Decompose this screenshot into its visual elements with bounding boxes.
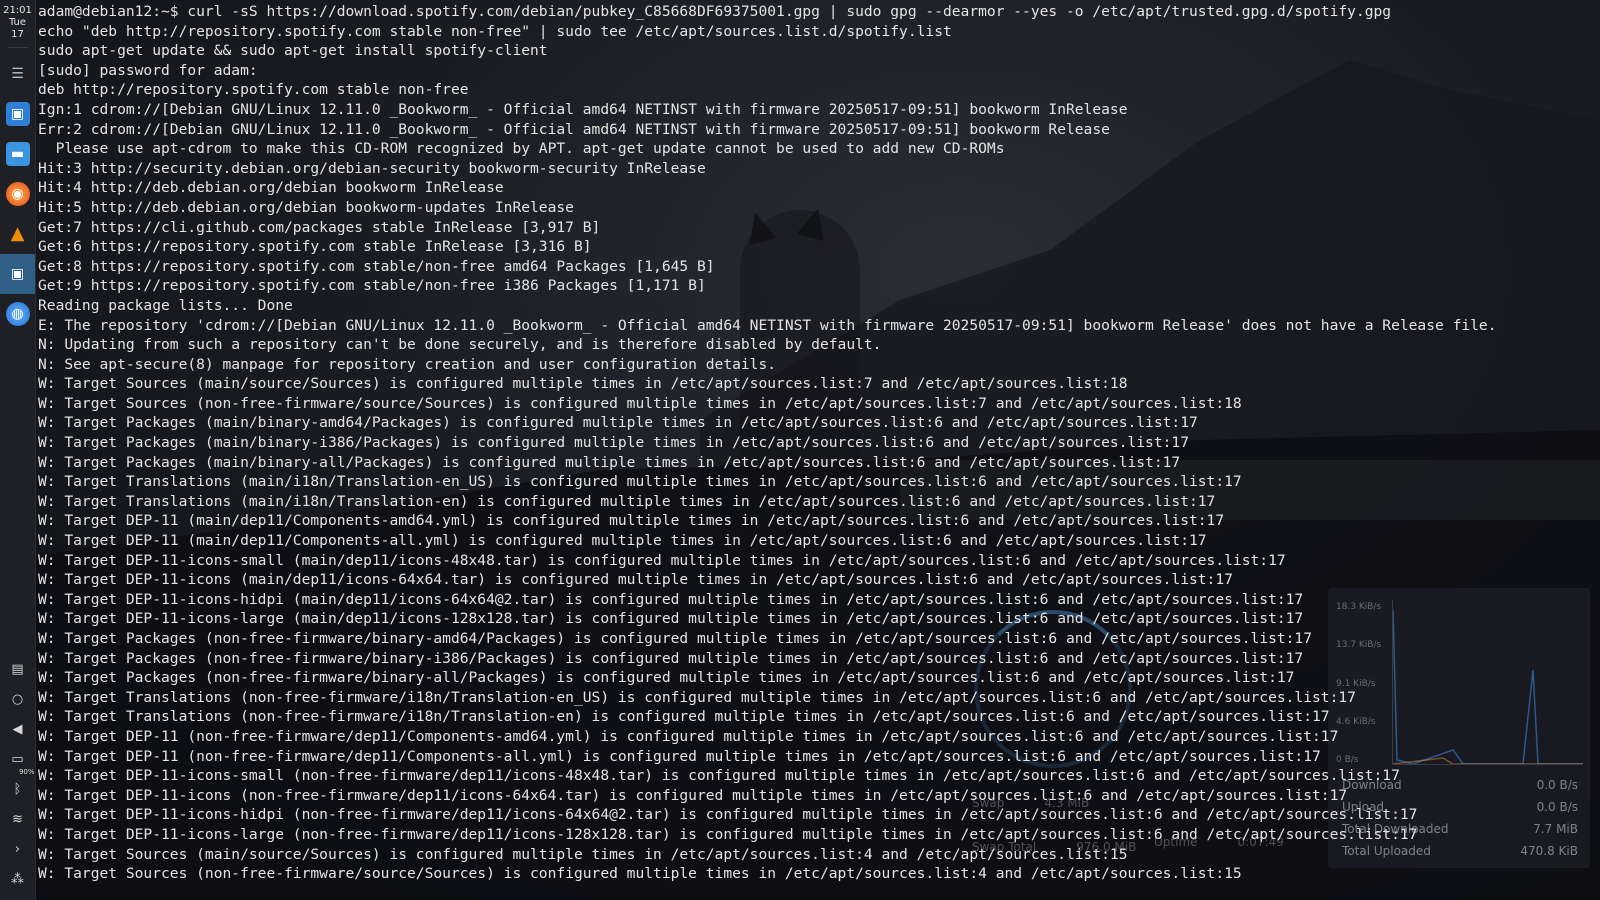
terminal-output[interactable]: adam@debian12:~$ curl -sS https://downlo… bbox=[38, 2, 1593, 898]
terminal-line: W: Target Packages (non-free-firmware/bi… bbox=[38, 630, 1312, 647]
terminal-line: W: Target Packages (non-free-firmware/bi… bbox=[38, 669, 1295, 687]
terminal-line: W: Target DEP-11 (main/dep11/Components-… bbox=[38, 532, 1207, 550]
terminal-line: Hit:3 http://security.debian.org/debian-… bbox=[38, 159, 706, 177]
terminal-line: Get:6 https://repository.spotify.com sta… bbox=[38, 238, 592, 256]
system-settings-icon[interactable]: ☰ bbox=[6, 62, 30, 86]
terminal-line: W: Target Sources (non-free-firmware/sou… bbox=[38, 394, 1242, 412]
web-browser-icon[interactable]: ◍ bbox=[5, 302, 30, 326]
terminal-line: W: Target Packages (main/binary-i386/Pac… bbox=[38, 434, 1189, 452]
terminal-line: Get:8 https://repository.spotify.com sta… bbox=[38, 257, 715, 275]
terminal-line: W: Target DEP-11-icons-small (non-free-f… bbox=[38, 767, 1400, 785]
terminal-line: Hit:5 http://deb.debian.org/debian bookw… bbox=[38, 198, 574, 216]
dock-divider bbox=[7, 47, 28, 48]
terminal-line: sudo apt-get update && sudo apt-get inst… bbox=[38, 42, 548, 60]
terminal-line: echo "deb http://repository.spotify.com … bbox=[38, 22, 952, 40]
terminal-line: W: Target Packages (non-free-firmware/bi… bbox=[38, 649, 1304, 667]
terminal-line: deb http://repository.spotify.com stable… bbox=[38, 81, 469, 99]
vlc-icon[interactable]: ▲ bbox=[6, 222, 30, 246]
clock-time: 21:01 bbox=[3, 5, 32, 16]
clock-day: Tue bbox=[8, 17, 27, 28]
terminal-line: W: Target Translations (non-free-firmwar… bbox=[38, 688, 1356, 706]
battery-percent: 90% bbox=[18, 768, 35, 776]
terminal-line: W: Target DEP-11-icons-hidpi (non-free-f… bbox=[38, 806, 1418, 824]
terminal-line: Get:7 https://cli.github.com/packages st… bbox=[38, 218, 601, 236]
software-store-icon[interactable]: ▣ bbox=[5, 102, 30, 126]
terminal-line: W: Target Packages (main/binary-all/Pack… bbox=[38, 453, 1181, 471]
terminal-line: W: Target Sources (non-free-firmware/sou… bbox=[38, 865, 1242, 883]
terminal-line: Err:2 cdrom://[Debian GNU/Linux 12.11.0 … bbox=[38, 120, 1110, 138]
terminal-line: W: Target DEP-11 (non-free-firmware/dep1… bbox=[38, 727, 1339, 745]
clipboard-icon[interactable]: ▤ bbox=[7, 658, 29, 680]
terminal-line: W: Target DEP-11-icons (non-free-firmwar… bbox=[38, 786, 1348, 804]
terminal-line: W: Target DEP-11 (main/dep11/Components-… bbox=[38, 512, 1225, 530]
firefox-icon[interactable]: ◉ bbox=[5, 182, 30, 206]
terminal-line: W: Target DEP-11-icons (main/dep11/icons… bbox=[38, 571, 1233, 589]
terminal-line: Hit:4 http://deb.debian.org/debian bookw… bbox=[38, 179, 504, 197]
terminal-line: Ign:1 cdrom://[Debian GNU/Linux 12.11.0 … bbox=[38, 100, 1128, 118]
terminal-line: Please use apt-cdrom to make this CD-ROM… bbox=[38, 140, 1005, 158]
launcher-icon[interactable]: ⁂ bbox=[7, 868, 29, 890]
chevron-right-icon[interactable]: › bbox=[7, 838, 29, 860]
clock[interactable]: 21:01 Tue 17 bbox=[3, 5, 32, 41]
terminal-line: W: Target DEP-11-icons-large (main/dep11… bbox=[38, 610, 1304, 628]
terminal-line: N: See apt-secure(8) manpage for reposit… bbox=[38, 355, 777, 373]
terminal-icon[interactable]: ▣ bbox=[0, 254, 35, 294]
terminal-line: W: Target DEP-11-icons-large (non-free-f… bbox=[38, 825, 1418, 843]
terminal-line: W: Target Packages (main/binary-amd64/Pa… bbox=[38, 414, 1198, 432]
terminal-line: Get:9 https://repository.spotify.com sta… bbox=[38, 277, 706, 295]
terminal-line: E: The repository 'cdrom://[Debian GNU/L… bbox=[38, 316, 1497, 334]
terminal-line: Reading package lists... Done bbox=[38, 296, 293, 314]
lightbulb-icon[interactable]: ○ bbox=[7, 688, 29, 710]
left-panel: 21:01 Tue 17 ☰ ▣ ▬ ◉ ▲ ▣ ◍ ▤ ○ ◀ ▭ 90% ᛒ … bbox=[0, 0, 36, 900]
terminal-line: W: Target Translations (non-free-firmwar… bbox=[38, 708, 1330, 726]
terminal-line: W: Target DEP-11-icons-hidpi (main/dep11… bbox=[38, 590, 1304, 608]
wifi-icon[interactable]: ≋ bbox=[7, 808, 29, 830]
clock-date: 17 bbox=[11, 29, 24, 40]
terminal-line: W: Target Sources (main/source/Sources) … bbox=[38, 845, 1128, 863]
bluetooth-icon[interactable]: ᛒ bbox=[7, 778, 29, 800]
battery-icon[interactable]: ▭ 90% bbox=[7, 748, 34, 777]
terminal-line: W: Target Translations (main/i18n/Transl… bbox=[38, 473, 1242, 491]
file-manager-icon[interactable]: ▬ bbox=[5, 142, 30, 166]
terminal-line: W: Target Translations (main/i18n/Transl… bbox=[38, 492, 1216, 510]
terminal-line: W: Target DEP-11-icons-small (main/dep11… bbox=[38, 551, 1286, 569]
terminal-line: [sudo] password for adam: bbox=[38, 61, 258, 79]
terminal-line: W: Target Sources (main/source/Sources) … bbox=[38, 375, 1128, 393]
terminal-line: W: Target DEP-11 (non-free-firmware/dep1… bbox=[38, 747, 1321, 765]
terminal-line: adam@debian12:~$ curl -sS https://downlo… bbox=[38, 3, 1392, 20]
volume-icon[interactable]: ◀ bbox=[7, 718, 29, 740]
terminal-line: N: Updating from such a repository can't… bbox=[38, 336, 882, 354]
